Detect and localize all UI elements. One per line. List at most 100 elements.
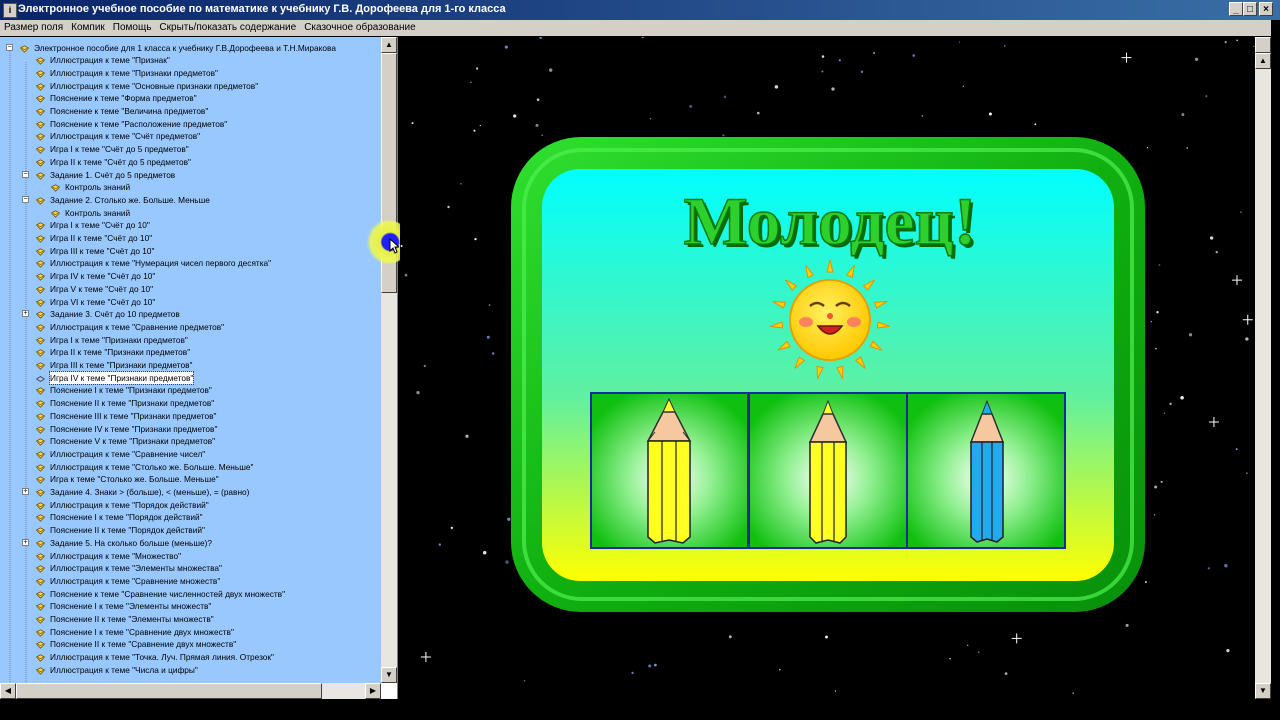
star — [1153, 514, 1156, 516]
lesson-icon — [35, 348, 46, 358]
lesson-icon — [35, 298, 46, 307]
star — [423, 364, 426, 368]
star — [513, 114, 517, 118]
collapse-toggle-icon[interactable]: − — [22, 170, 29, 178]
star — [641, 37, 644, 39]
star — [949, 657, 951, 660]
star — [450, 526, 453, 530]
sparkle-star — [1121, 52, 1132, 63]
star — [400, 245, 403, 247]
star — [465, 434, 469, 438]
tree-item-label: Контроль знаний — [65, 182, 131, 193]
tree-item-label: Задание 4. Знаки > (больше), < (меньше),… — [50, 487, 250, 497]
minimize-button[interactable]: _ — [1229, 2, 1243, 16]
star — [474, 237, 477, 241]
sparkle-star — [1242, 314, 1253, 325]
star — [536, 98, 540, 102]
tree-vertical-scrollbar[interactable]: ▲ ▼ — [381, 37, 397, 683]
star — [1160, 480, 1163, 483]
lesson-icon — [35, 221, 46, 231]
star — [689, 104, 693, 108]
star — [722, 134, 725, 137]
star — [505, 560, 509, 564]
lesson-icon — [35, 145, 46, 154]
star — [492, 352, 495, 355]
lesson-icon — [35, 107, 46, 116]
star — [470, 81, 472, 84]
tree-hscroll-thumb[interactable] — [16, 683, 322, 699]
tree-item-label: Пояснение I к теме "Признаки предметов" — [50, 385, 212, 396]
scroll-up-arrow-icon[interactable]: ▲ — [381, 37, 397, 53]
lesson-icon — [35, 640, 46, 650]
tree-item-label: Иллюстрация к теме "Множество" — [50, 550, 182, 561]
content-scroll-up-arrow-icon[interactable]: ▲ — [1255, 53, 1271, 69]
menu-kompik[interactable]: Компик — [67, 20, 109, 33]
expand-toggle-icon[interactable]: + — [22, 310, 29, 318]
star — [654, 663, 657, 667]
lesson-icon — [35, 336, 46, 345]
content-scroll-down-arrow-icon[interactable]: ▼ — [1255, 683, 1271, 699]
lesson-icon — [35, 463, 46, 472]
headline: Молодец! — [684, 183, 977, 259]
lesson-icon — [35, 564, 46, 573]
tree-item-label: Пояснение II к теме "Элементы множеств" — [50, 614, 214, 624]
tree-horizontal-scrollbar[interactable]: ◀ ▶ — [0, 683, 381, 699]
tree-item-label: Пояснение I к теме "Сравнение двух множе… — [50, 626, 234, 637]
tree-item-label: Иллюстрация к теме "Порядок действий" — [50, 499, 209, 510]
contents-tree[interactable]: − Электронное пособие для 1 класса к учеб… — [0, 37, 381, 683]
tree-item-label: Пояснение к теме "Сравнение численностей… — [50, 588, 286, 599]
lesson-icon — [35, 171, 46, 180]
lesson-icon — [50, 209, 61, 218]
lesson-icon — [35, 450, 46, 459]
star — [460, 183, 462, 185]
tree-item-label: Задание 5. На сколько больше (меньше)? — [50, 537, 213, 548]
lesson-icon — [35, 196, 46, 205]
scroll-left-arrow-icon[interactable]: ◀ — [0, 683, 16, 699]
star — [1158, 264, 1161, 266]
star — [723, 95, 727, 99]
star — [541, 134, 543, 137]
star — [473, 129, 476, 132]
expand-toggle-icon[interactable]: + — [22, 538, 29, 546]
menu-field-size[interactable]: Размер поля — [0, 20, 67, 33]
star — [411, 122, 414, 125]
tree-item-label: Пояснение II к теме "Порядок действий" — [50, 525, 205, 536]
menu-help[interactable]: Помощь — [109, 20, 156, 33]
close-button[interactable]: × — [1259, 2, 1273, 16]
title-bar: i Электронное учебное пособие по математ… — [0, 0, 1280, 20]
star — [831, 87, 835, 91]
star — [1004, 672, 1008, 675]
star — [1236, 39, 1238, 42]
lesson-icon — [35, 94, 46, 104]
menu-toggle-contents[interactable]: Скрыть/показать содержание — [155, 20, 300, 33]
collapse-toggle-icon[interactable]: − — [6, 43, 13, 51]
tree-item-label: Игра к теме "Столько же. Больше. Меньше" — [50, 474, 219, 485]
window-title: Электронное учебное пособие по математик… — [18, 3, 506, 15]
star — [1180, 396, 1184, 400]
collapse-toggle-icon[interactable]: − — [22, 195, 29, 203]
tree-item-label: Иллюстрация к теме "Счёт предметов" — [50, 131, 201, 142]
star — [966, 644, 969, 647]
star — [438, 543, 441, 546]
tree-item-label: Иллюстрация к теме "Числа и цифры" — [50, 664, 198, 675]
tree-item-label: Пояснение к теме "Форма предметов" — [50, 93, 197, 104]
lesson-icon — [35, 501, 46, 510]
window-bottom-edge — [0, 699, 1280, 720]
tree-item-label: Иллюстрация к теме "Признак" — [50, 55, 170, 66]
star — [1150, 320, 1153, 323]
content-vertical-scrollbar[interactable]: ▲ ▼ — [1255, 37, 1271, 699]
scroll-down-arrow-icon[interactable]: ▼ — [381, 667, 397, 683]
lesson-icon — [35, 666, 46, 675]
app-icon[interactable]: i — [3, 3, 17, 18]
star — [648, 664, 652, 668]
star — [988, 112, 992, 116]
star — [757, 111, 760, 115]
scroll-right-arrow-icon[interactable]: ▶ — [365, 683, 381, 699]
menu-fairy-education[interactable]: Сказочное образование — [300, 20, 419, 33]
expand-toggle-icon[interactable]: + — [22, 488, 29, 495]
maximize-button[interactable]: □ — [1243, 2, 1257, 16]
tree-item-label: Пояснение III к теме "Признаки предметов… — [50, 410, 217, 421]
tree-item-label: Иллюстрация к теме "Основные признаки пр… — [50, 80, 259, 91]
tree-item-label: Иллюстрация к теме "Нумерация чисел перв… — [50, 258, 272, 269]
star — [977, 651, 980, 654]
